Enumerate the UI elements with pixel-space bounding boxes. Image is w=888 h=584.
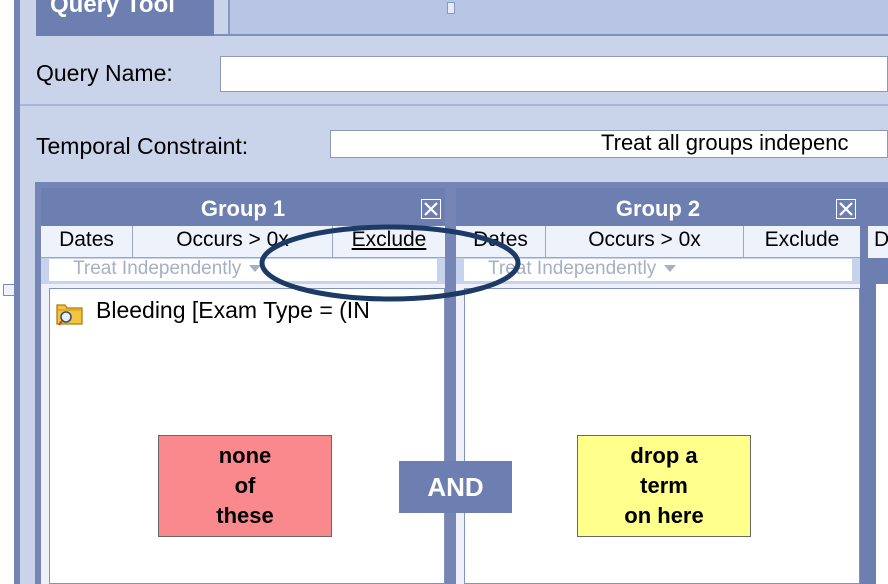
drop-term-note: drop a term on here (577, 435, 751, 537)
group-2-occurs-button[interactable]: Occurs > 0x (546, 226, 744, 258)
query-name-label: Query Name: (36, 60, 173, 86)
dropdown-arrow-icon (664, 265, 677, 273)
tab-query-tool[interactable]: Query Tool (36, 0, 214, 36)
group-2-header: Group 2 (456, 188, 860, 226)
group-2-timing-select[interactable]: Treat Independently (464, 259, 852, 281)
and-operator-button[interactable]: AND (399, 461, 512, 513)
query-tool-window: Query Tool Query Name: Temporal Constrai… (0, 0, 888, 584)
group-1-header: Group 1 (41, 188, 445, 226)
temporal-constraint-select[interactable]: Treat all groups indepenc (330, 130, 888, 158)
highlight-ellipse (259, 224, 521, 302)
group-3-drop-area-partial[interactable] (876, 284, 888, 584)
group-2-close-icon[interactable] (836, 199, 856, 219)
temporal-constraint-label: Temporal Constraint: (36, 133, 249, 159)
tab-grip[interactable] (447, 2, 455, 14)
folder-query-icon (56, 304, 83, 326)
tab-inactive-area[interactable] (228, 0, 888, 34)
group-1-dates-button[interactable]: Dates (41, 226, 133, 258)
group-3-dates-partial[interactable]: D (874, 228, 888, 252)
tab-divider (214, 34, 888, 36)
group-1-close-icon[interactable] (421, 199, 441, 219)
temporal-constraint-value: Treat all groups indepenc (601, 130, 849, 155)
none-of-these-note: none of these (158, 435, 332, 537)
group-3-toolbar-partial: D (868, 226, 888, 258)
query-name-input[interactable] (220, 56, 888, 92)
tab-title: Query Tool (50, 0, 175, 18)
group-2-exclude-button[interactable]: Exclude (744, 226, 860, 258)
group-1-timing-value: Treat Independently (73, 259, 242, 279)
row-separator (20, 104, 888, 106)
